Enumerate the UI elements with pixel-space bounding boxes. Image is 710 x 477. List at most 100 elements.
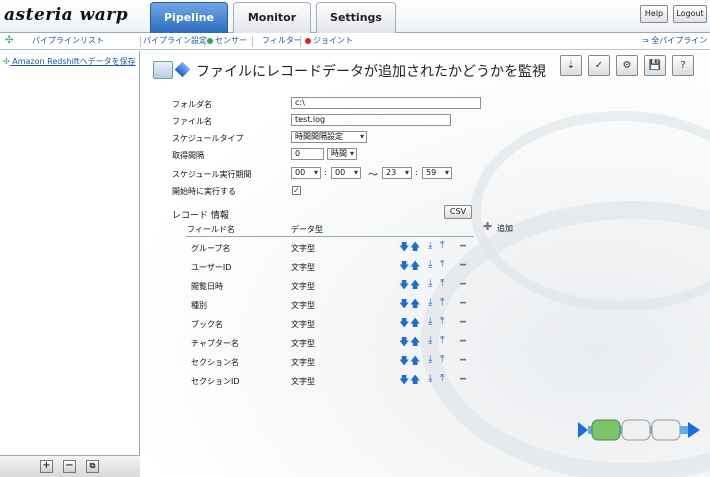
- joint-tab[interactable]: ジョイント: [305, 33, 353, 50]
- move-down-icon[interactable]: 🡇: [399, 316, 409, 333]
- add-pipeline-button[interactable]: +: [40, 460, 53, 473]
- field-type: 文字型: [291, 358, 315, 367]
- sub-navigation: ✣ パイプラインリスト パイプライン設定 センサー フィルター ジョイント ⇒ …: [0, 33, 710, 50]
- remove-field-icon[interactable]: ━: [460, 298, 466, 309]
- period-end-hour-select[interactable]: 23: [382, 167, 412, 179]
- tab-settings[interactable]: Settings: [316, 2, 396, 33]
- interval-input[interactable]: 0: [291, 148, 324, 160]
- period-start-hour-select[interactable]: 00: [291, 167, 321, 179]
- interval-label: 取得間隔: [172, 151, 204, 160]
- import-icon[interactable]: ⇣: [560, 55, 582, 76]
- move-down-icon[interactable]: 🡇: [399, 297, 409, 314]
- field-name: ブック名: [191, 320, 223, 329]
- move-down-icon[interactable]: 🡇: [399, 278, 409, 295]
- interval-unit-select[interactable]: 時間: [327, 148, 357, 160]
- validate-icon[interactable]: ✓: [588, 55, 610, 76]
- filter-tab[interactable]: フィルター: [262, 33, 302, 50]
- move-top-icon[interactable]: ⤒: [440, 259, 445, 270]
- field-name: グループ名: [191, 244, 231, 253]
- move-top-icon[interactable]: ⤒: [440, 278, 445, 289]
- add-field-icon[interactable]: ✚: [483, 220, 492, 233]
- field-type: 文字型: [291, 339, 315, 348]
- help-icon[interactable]: ?: [672, 55, 694, 76]
- move-top-icon[interactable]: ⤒: [440, 335, 445, 346]
- copy-pipeline-button[interactable]: ⧉: [86, 460, 99, 473]
- move-bottom-icon[interactable]: ⤓: [428, 335, 433, 346]
- remove-field-icon[interactable]: ━: [460, 336, 466, 347]
- move-bottom-icon[interactable]: ⤓: [428, 373, 433, 384]
- move-bottom-icon[interactable]: ⤓: [428, 259, 433, 270]
- col-header-type: データ型: [291, 225, 323, 234]
- field-name: 閲覧日時: [191, 282, 223, 291]
- pipeline-tree: ✣ Amazon Redshiftへデータを保存 + − ⧉: [0, 51, 140, 477]
- move-down-icon[interactable]: 🡇: [399, 354, 409, 371]
- move-top-icon[interactable]: ⤒: [440, 354, 445, 365]
- field-type: 文字型: [291, 301, 315, 310]
- divider: [252, 36, 253, 47]
- remove-field-icon[interactable]: ━: [460, 317, 466, 328]
- pipeline-settings-link[interactable]: パイプライン設定: [143, 33, 207, 50]
- folder-input[interactable]: c:\: [291, 97, 481, 109]
- move-bottom-icon[interactable]: ⤓: [428, 354, 433, 365]
- move-up-icon[interactable]: 🡅: [410, 316, 420, 333]
- period-end-minute-select[interactable]: 59: [422, 167, 452, 179]
- record-section-title: レコード 情報: [172, 211, 229, 221]
- range-separator: ～: [368, 170, 378, 181]
- run-on-start-label: 開始時に実行する: [172, 187, 236, 196]
- all-pipelines-link[interactable]: ⇒ 全パイプライン: [642, 33, 707, 50]
- file-input[interactable]: test.log: [291, 114, 451, 126]
- move-bottom-icon[interactable]: ⤓: [428, 278, 433, 289]
- arrow-icon: ⇒: [642, 36, 652, 45]
- folder-label: フォルダ名: [172, 100, 212, 109]
- move-down-icon[interactable]: 🡇: [399, 259, 409, 276]
- remove-field-icon[interactable]: ━: [460, 260, 466, 271]
- logout-button[interactable]: Logout: [673, 5, 707, 23]
- save-icon[interactable]: 💾: [644, 55, 666, 76]
- tab-pipeline[interactable]: Pipeline: [150, 2, 228, 33]
- move-up-icon[interactable]: 🡅: [410, 259, 420, 276]
- field-name: 種別: [191, 301, 207, 310]
- schedule-type-select[interactable]: 時間間隔設定: [291, 131, 367, 143]
- divider: [300, 36, 301, 47]
- move-down-icon[interactable]: 🡇: [399, 373, 409, 390]
- remove-field-icon[interactable]: ━: [460, 374, 466, 385]
- csv-button[interactable]: CSV: [444, 205, 472, 219]
- move-up-icon[interactable]: 🡅: [410, 240, 420, 257]
- tree-item-redshift[interactable]: ✣ Amazon Redshiftへデータを保存: [3, 56, 136, 67]
- sensor-tab[interactable]: センサー: [207, 33, 247, 50]
- move-down-icon[interactable]: 🡇: [399, 240, 409, 257]
- run-on-start-checkbox[interactable]: ✓: [292, 186, 301, 195]
- add-field-label[interactable]: 追加: [497, 223, 513, 234]
- move-up-icon[interactable]: 🡅: [410, 278, 420, 295]
- move-down-icon[interactable]: 🡇: [399, 335, 409, 352]
- move-top-icon[interactable]: ⤒: [440, 297, 445, 308]
- period-start-minute-select[interactable]: 00: [331, 167, 361, 179]
- diamond-icon: [174, 61, 191, 78]
- move-top-icon[interactable]: ⤒: [440, 240, 445, 251]
- app-logo: asteria warp: [4, 5, 129, 25]
- divider: [140, 36, 141, 47]
- field-name: セクションID: [191, 377, 240, 386]
- pipeline-graphic-icon: [578, 419, 700, 441]
- move-up-icon[interactable]: 🡅: [410, 354, 420, 371]
- help-button[interactable]: Help: [640, 5, 668, 23]
- remove-pipeline-button[interactable]: −: [63, 460, 76, 473]
- remove-field-icon[interactable]: ━: [460, 241, 466, 252]
- move-up-icon[interactable]: 🡅: [410, 373, 420, 390]
- move-bottom-icon[interactable]: ⤓: [428, 316, 433, 327]
- tree-footer: + − ⧉: [0, 455, 140, 477]
- colon-separator: :: [324, 168, 327, 177]
- tab-monitor[interactable]: Monitor: [233, 2, 311, 33]
- sensor-editor: ファイルにレコードデータが追加されたかどうかを監視 ⇣ ✓ ⚙ 💾 ? フォルダ…: [141, 51, 710, 477]
- move-up-icon[interactable]: 🡅: [410, 297, 420, 314]
- field-name: セクション名: [191, 358, 239, 367]
- remove-field-icon[interactable]: ━: [460, 279, 466, 290]
- remove-field-icon[interactable]: ━: [460, 355, 466, 366]
- move-bottom-icon[interactable]: ⤓: [428, 297, 433, 308]
- pipeline-list-link[interactable]: パイプラインリスト: [32, 33, 104, 50]
- move-up-icon[interactable]: 🡅: [410, 335, 420, 352]
- move-top-icon[interactable]: ⤒: [440, 373, 445, 384]
- gear-icon[interactable]: ⚙: [616, 55, 638, 76]
- move-bottom-icon[interactable]: ⤓: [428, 240, 433, 251]
- move-top-icon[interactable]: ⤒: [440, 316, 445, 327]
